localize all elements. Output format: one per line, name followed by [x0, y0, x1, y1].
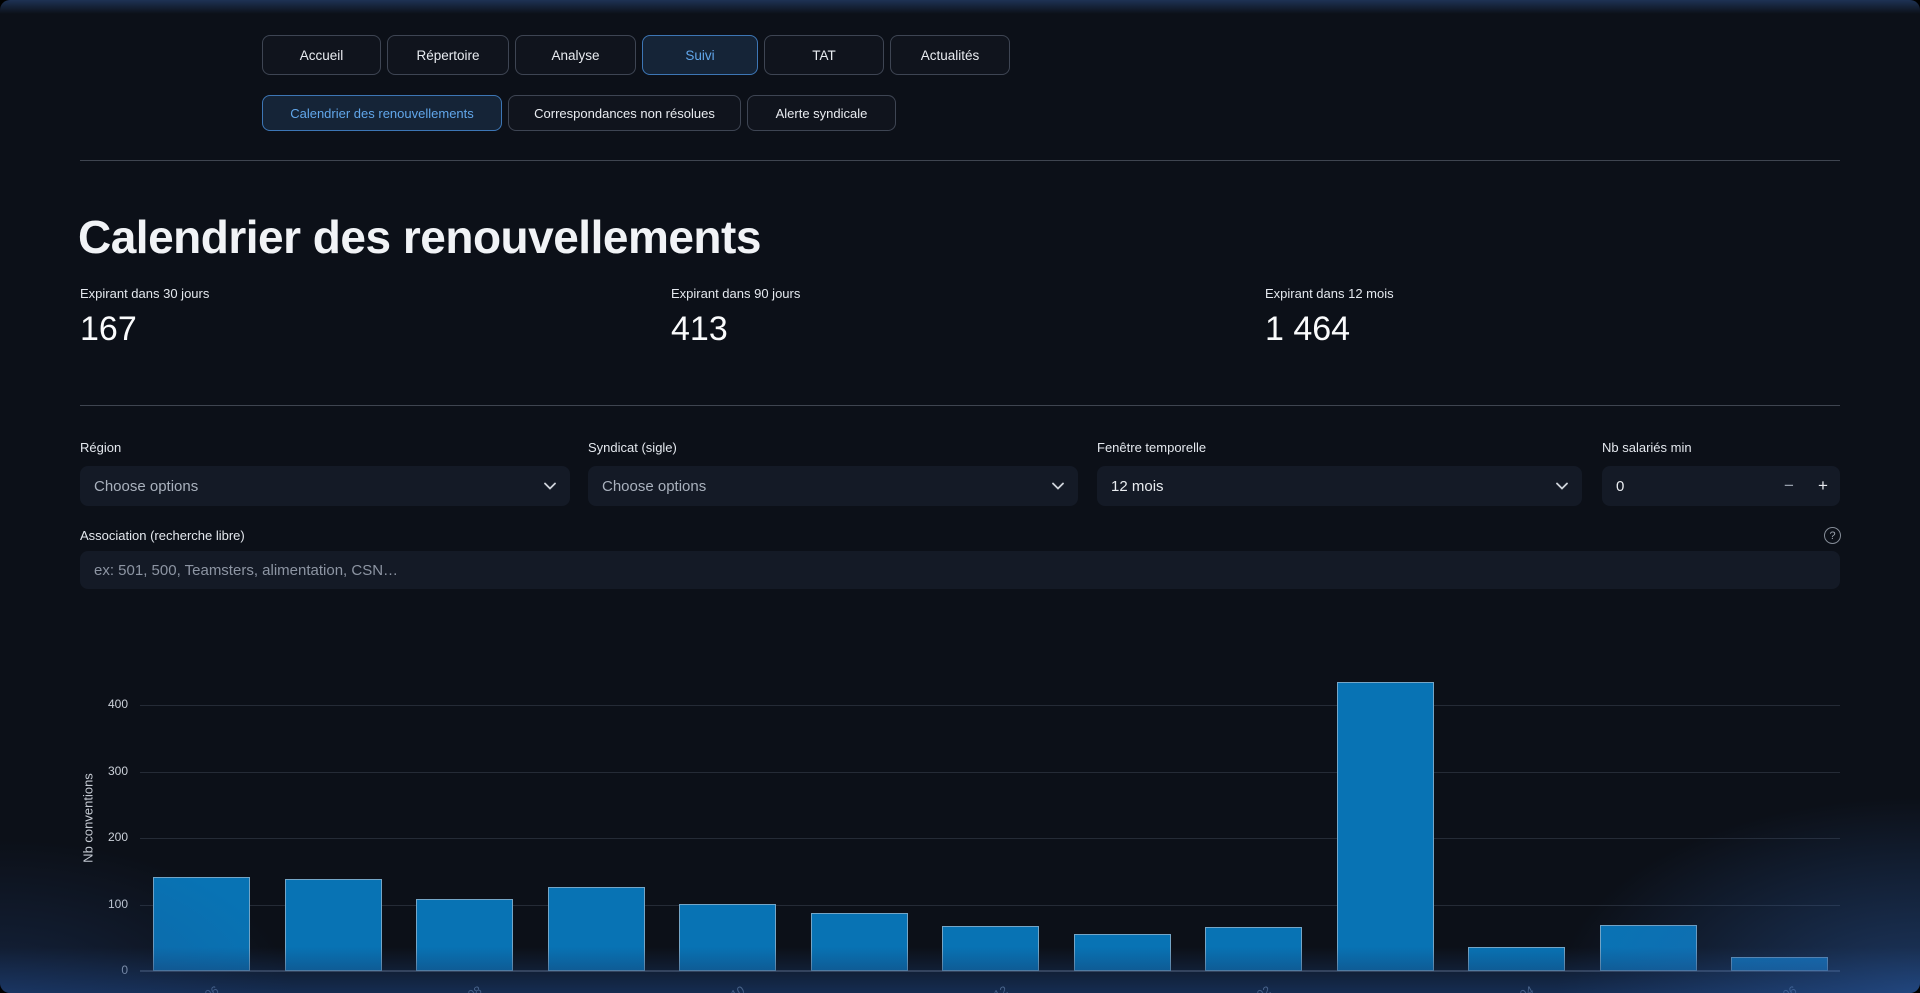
y-tick-400: 400	[88, 697, 128, 711]
x-tick-2025-10: 2025-10	[627, 983, 747, 993]
x-tick-2026-06: 2026-06	[1679, 983, 1799, 993]
chevron-down-icon	[1556, 482, 1568, 490]
tab-analyse[interactable]: Analyse	[515, 35, 636, 75]
x-tick-2026-02: 2026-02	[1153, 983, 1273, 993]
stat-value: 413	[671, 310, 800, 349]
stat-label: Expirant dans 90 jours	[671, 286, 800, 301]
gridline-400	[140, 705, 1840, 706]
bar-2025-06	[153, 877, 250, 971]
nb-salaries-label: Nb salariés min	[1602, 440, 1692, 455]
page-title: Calendrier des renouvellements	[78, 210, 761, 264]
divider	[80, 160, 1840, 161]
divider	[80, 405, 1840, 406]
subtab-alerte-syndicale[interactable]: Alerte syndicale	[747, 95, 896, 131]
bar-2026-04	[1468, 947, 1565, 971]
stat-value: 167	[80, 310, 209, 349]
y-tick-0: 0	[88, 963, 128, 977]
syndicat-label: Syndicat (sigle)	[588, 440, 677, 455]
renewals-bar-chart: Nb conventions 0 100 200 300 400 2025-06 2025-…	[0, 640, 1920, 993]
sub-tab-bar: Calendrier des renouvellementsCorrespond…	[262, 95, 896, 131]
window-edge-glow-top	[0, 0, 1920, 14]
x-tick-2025-12: 2025-12	[890, 983, 1010, 993]
y-tick-200: 200	[88, 830, 128, 844]
x-tick-2025-08: 2025-08	[364, 983, 484, 993]
app-window: AccueilRépertoireAnalyseSuiviTATActualit…	[0, 0, 1920, 993]
bar-2025-09	[548, 887, 645, 971]
help-icon[interactable]: ?	[1824, 527, 1841, 544]
subtab-correspondances-non-resolues[interactable]: Correspondances non résolues	[508, 95, 741, 131]
bar-2025-08	[416, 899, 513, 971]
region-select[interactable]: Choose options	[80, 466, 570, 506]
chevron-down-icon	[544, 482, 556, 490]
bar-2026-06	[1731, 957, 1828, 971]
x-tick-2026-04: 2026-04	[1416, 983, 1536, 993]
stat-value: 1 464	[1265, 310, 1394, 349]
bar-2025-10	[679, 904, 776, 971]
main-tab-bar: AccueilRépertoireAnalyseSuiviTATActualit…	[262, 35, 1010, 75]
association-label: Association (recherche libre)	[80, 528, 245, 543]
stat-expirant-dans-90-jours: Expirant dans 90 jours 413	[671, 286, 800, 349]
gridline-200	[140, 838, 1840, 839]
subtab-calendrier-des-renouvellements[interactable]: Calendrier des renouvellements	[262, 95, 502, 131]
decrement-button[interactable]: −	[1772, 466, 1806, 506]
fenetre-select[interactable]: 12 mois	[1097, 466, 1582, 506]
bar-2026-01	[1074, 934, 1171, 971]
bar-2026-02	[1205, 927, 1302, 971]
syndicat-select[interactable]: Choose options	[588, 466, 1078, 506]
association-search-input[interactable]	[80, 551, 1840, 589]
gridline-100	[140, 905, 1840, 906]
region-select-placeholder: Choose options	[94, 478, 536, 495]
nb-salaries-value: 0	[1616, 478, 1772, 495]
tab-repertoire[interactable]: Répertoire	[387, 35, 509, 75]
bar-2025-12	[942, 926, 1039, 971]
tab-actualites[interactable]: Actualités	[890, 35, 1010, 75]
stat-expirant-dans-12-mois: Expirant dans 12 mois 1 464	[1265, 286, 1394, 349]
syndicat-select-placeholder: Choose options	[602, 478, 1044, 495]
y-tick-300: 300	[88, 764, 128, 778]
tab-tat[interactable]: TAT	[764, 35, 884, 75]
increment-button[interactable]: +	[1806, 466, 1840, 506]
stat-label: Expirant dans 30 jours	[80, 286, 209, 301]
bar-2025-11	[811, 913, 908, 971]
tab-accueil[interactable]: Accueil	[262, 35, 381, 75]
y-tick-100: 100	[88, 897, 128, 911]
gridline-300	[140, 772, 1840, 773]
stat-expirant-dans-30-jours: Expirant dans 30 jours 167	[80, 286, 209, 349]
chevron-down-icon	[1052, 482, 1064, 490]
y-axis-label: Nb conventions	[81, 773, 96, 863]
bar-2025-07	[285, 879, 382, 971]
fenetre-label: Fenêtre temporelle	[1097, 440, 1206, 455]
tab-suivi[interactable]: Suivi	[642, 35, 758, 75]
bar-2026-05	[1600, 925, 1697, 971]
x-tick-2025-06: 2025-06	[101, 983, 221, 993]
bar-2026-03	[1337, 682, 1434, 971]
region-label: Région	[80, 440, 121, 455]
nb-salaries-input[interactable]: 0 − +	[1602, 466, 1840, 506]
fenetre-select-value: 12 mois	[1111, 478, 1548, 495]
stat-label: Expirant dans 12 mois	[1265, 286, 1394, 301]
